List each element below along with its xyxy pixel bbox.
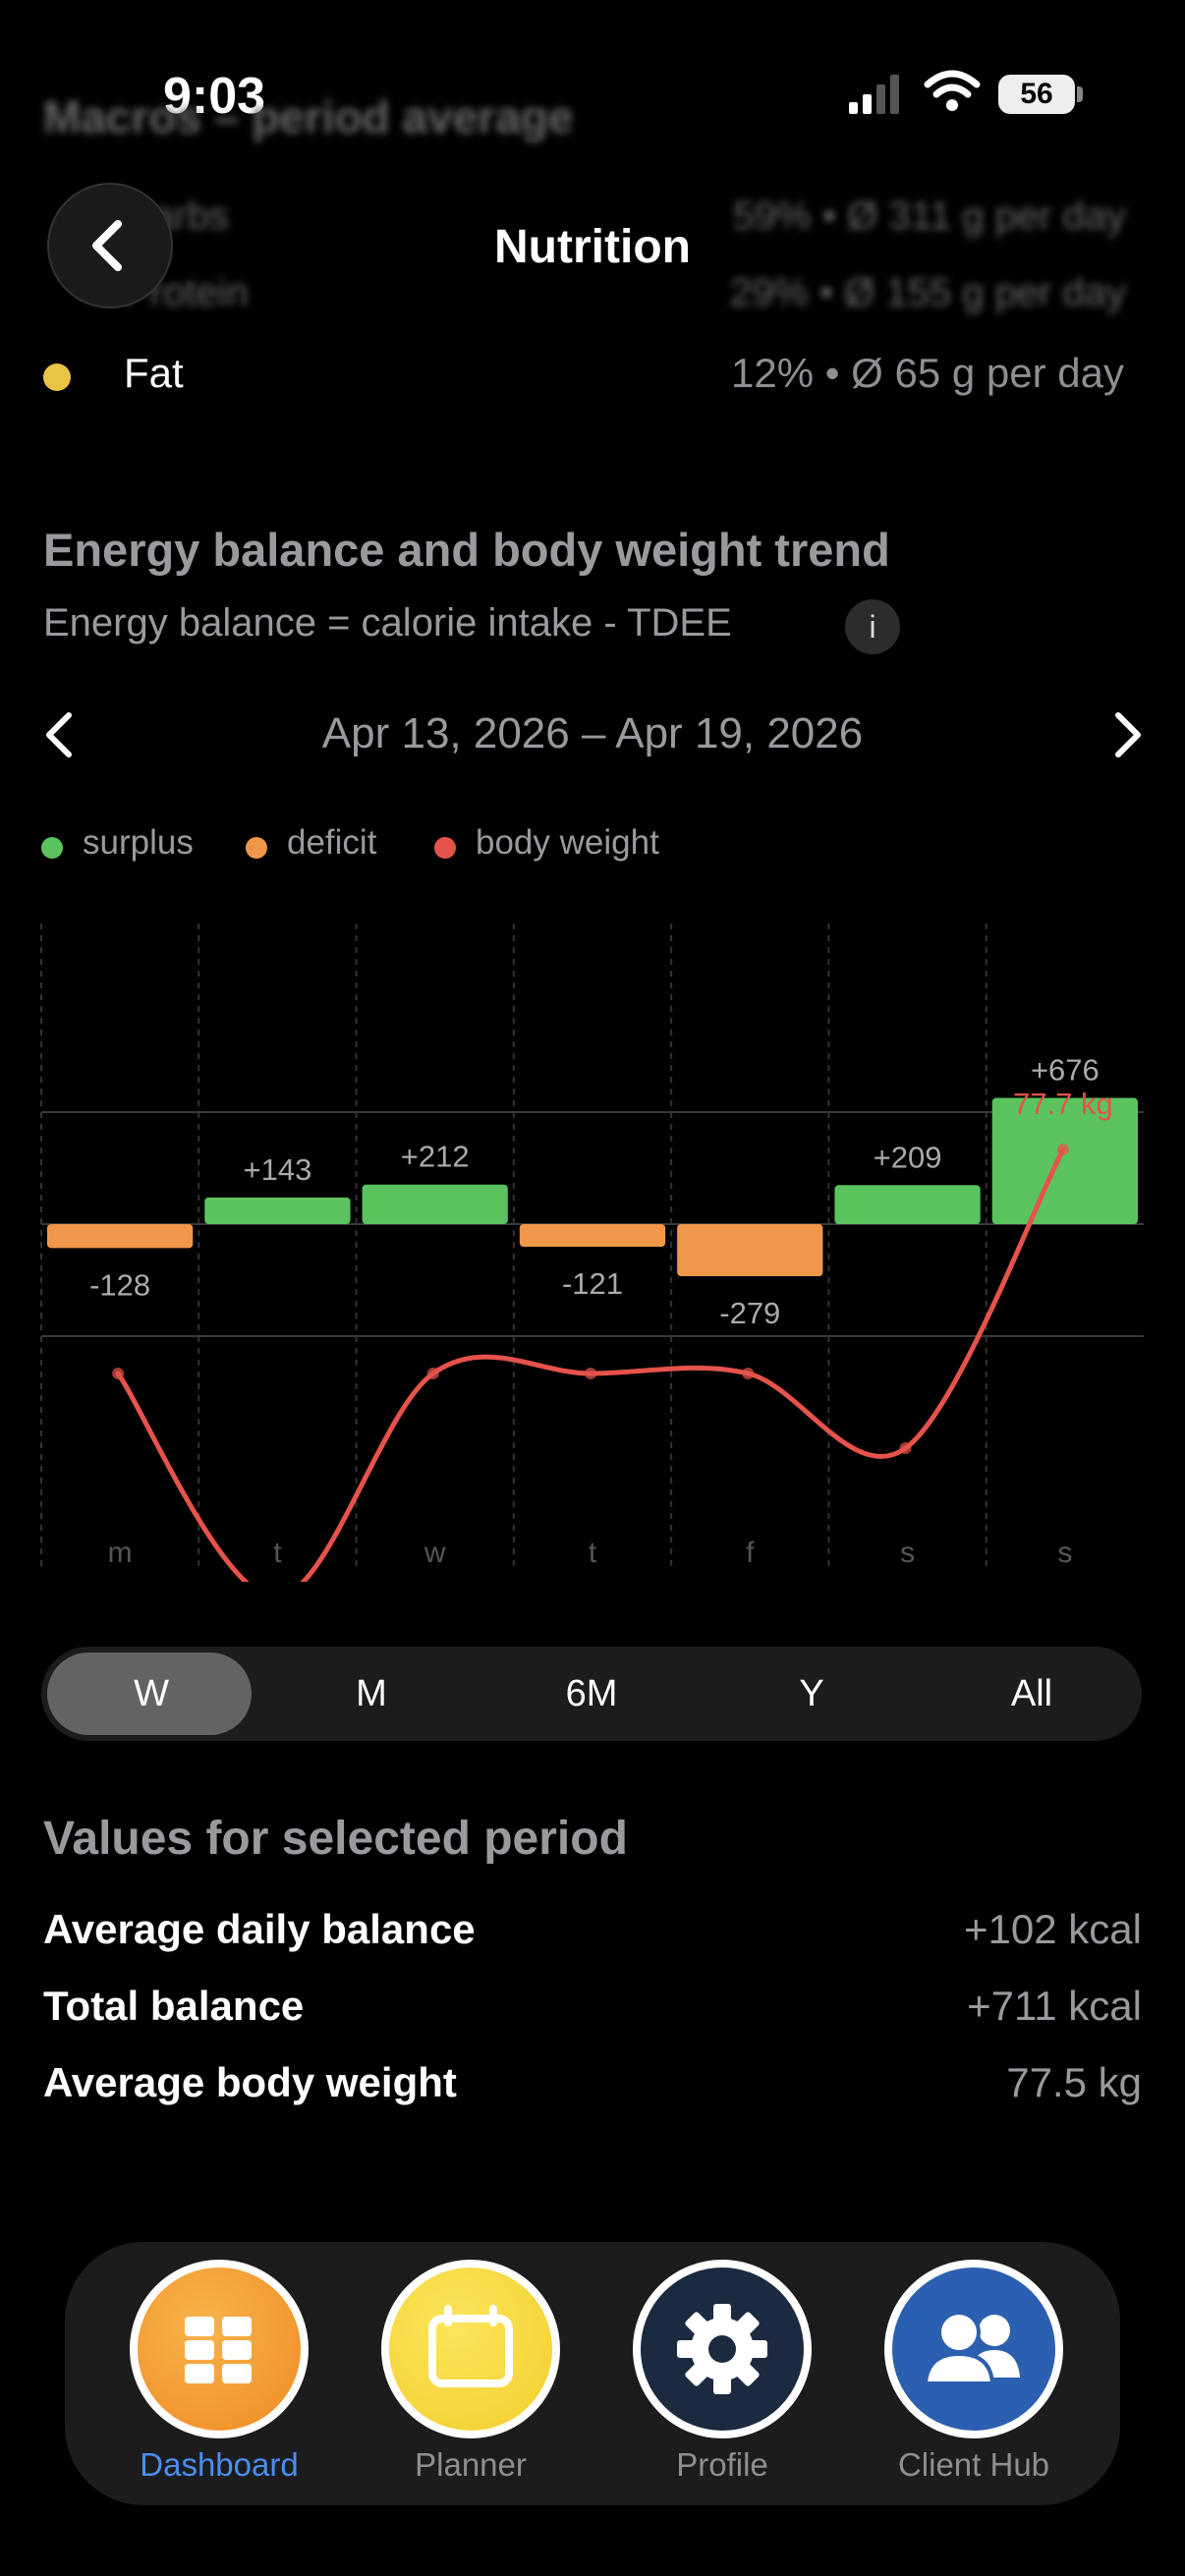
x-tick-label: s xyxy=(1057,1537,1072,1569)
tab-label: Client Hub xyxy=(897,2446,1050,2483)
blurred-protein-value: 29% • Ø 155 g per day xyxy=(729,271,1126,314)
body-weight-point xyxy=(1056,1144,1069,1155)
tab-label: Dashboard xyxy=(140,2446,299,2483)
cellular-signal-icon xyxy=(849,75,899,114)
people-icon xyxy=(884,2260,1063,2438)
value-label: Average daily balance xyxy=(43,1906,476,1952)
value-row: Total balance +711 kcal xyxy=(43,1983,1142,2042)
next-period-button[interactable] xyxy=(1108,705,1148,764)
deficit-legend-dot xyxy=(246,837,267,859)
x-tick-label: m xyxy=(108,1537,133,1569)
energy-section-title: Energy balance and body weight trend xyxy=(43,524,890,576)
bar-value-label: -279 xyxy=(719,1296,780,1330)
macro-row-fat: Fat 12% • Ø 65 g per day xyxy=(43,344,1124,403)
x-tick-label: t xyxy=(589,1537,597,1569)
period-w[interactable]: W xyxy=(41,1647,261,1741)
legend-surplus: surplus xyxy=(83,823,194,862)
weight-legend-dot xyxy=(434,837,456,859)
body-weight-point xyxy=(585,1368,596,1379)
legend-deficit: deficit xyxy=(287,823,377,862)
tab-client-hub[interactable]: Client Hub xyxy=(880,2242,1067,2505)
battery-indicator: 56 xyxy=(998,75,1075,114)
values-section-title: Values for selected period xyxy=(43,1813,628,1865)
bar-value-label: -121 xyxy=(562,1266,623,1301)
x-tick-label: t xyxy=(273,1537,282,1569)
bar-value-label: +212 xyxy=(401,1140,470,1174)
tab-dashboard[interactable]: Dashboard xyxy=(126,2242,312,2505)
energy-bar xyxy=(204,1197,351,1224)
body-weight-point xyxy=(742,1368,755,1379)
period-6m[interactable]: 6M xyxy=(481,1647,702,1741)
x-tick-label: s xyxy=(900,1537,915,1569)
gear-icon xyxy=(633,2260,812,2438)
energy-balance-chart: -128m+143t+212w-121t-279f+209s+676s77.1 … xyxy=(40,924,1144,1582)
value-number: +711 kcal xyxy=(967,1983,1142,2029)
value-number: 77.5 kg xyxy=(1006,2059,1142,2105)
legend-body-weight: body weight xyxy=(476,823,659,862)
value-label: Average body weight xyxy=(43,2059,457,2105)
bar-value-label: +209 xyxy=(874,1140,942,1174)
tab-profile[interactable]: Profile xyxy=(629,2242,816,2505)
bar-value-label: -128 xyxy=(89,1267,150,1302)
energy-subtitle: Energy balance = calorie intake - TDEE xyxy=(43,601,732,644)
energy-bar xyxy=(519,1224,666,1247)
page-title: Nutrition xyxy=(494,221,691,273)
tab-label: Planner xyxy=(415,2446,527,2483)
bar-value-label: +676 xyxy=(1031,1053,1100,1088)
blurred-section-title: Macros – period average xyxy=(43,91,574,142)
fat-dot-icon xyxy=(43,364,71,391)
body-weight-point xyxy=(426,1368,439,1379)
value-number: +102 kcal xyxy=(964,1906,1142,1952)
tab-planner[interactable]: Planner xyxy=(377,2242,564,2505)
grid-icon xyxy=(130,2260,309,2438)
calendar-icon xyxy=(381,2260,560,2438)
energy-bar xyxy=(362,1184,508,1224)
energy-bar xyxy=(47,1224,194,1249)
x-tick-label: f xyxy=(746,1537,755,1569)
body-weight-label: 77.7 kg xyxy=(1013,1087,1113,1121)
value-row: Average daily balance +102 kcal xyxy=(43,1906,1142,1965)
period-all[interactable]: All xyxy=(922,1647,1142,1741)
info-button[interactable]: i xyxy=(845,599,900,654)
wifi-icon xyxy=(924,70,981,111)
macro-name: Fat xyxy=(124,350,184,396)
value-label: Total balance xyxy=(43,1983,305,2029)
value-row: Average body weight 77.5 kg xyxy=(43,2059,1142,2118)
period-m[interactable]: M xyxy=(261,1647,481,1741)
energy-bar xyxy=(677,1224,823,1277)
period-y[interactable]: Y xyxy=(702,1647,922,1741)
macro-value: 12% • Ø 65 g per day xyxy=(731,350,1124,396)
tab-bar: Dashboard Planner Profile Client Hub xyxy=(65,2242,1120,2505)
tab-label: Profile xyxy=(676,2446,768,2483)
body-weight-point xyxy=(112,1368,125,1379)
period-selector: W M 6M Y All xyxy=(41,1647,1142,1741)
bar-value-label: +143 xyxy=(244,1152,312,1187)
body-weight-point xyxy=(899,1442,912,1454)
energy-bar xyxy=(834,1185,981,1224)
battery-nub xyxy=(1077,86,1083,102)
surplus-legend-dot xyxy=(41,837,63,859)
date-range-label: Apr 13, 2026 – Apr 19, 2026 xyxy=(321,709,864,757)
x-tick-label: w xyxy=(423,1537,446,1569)
